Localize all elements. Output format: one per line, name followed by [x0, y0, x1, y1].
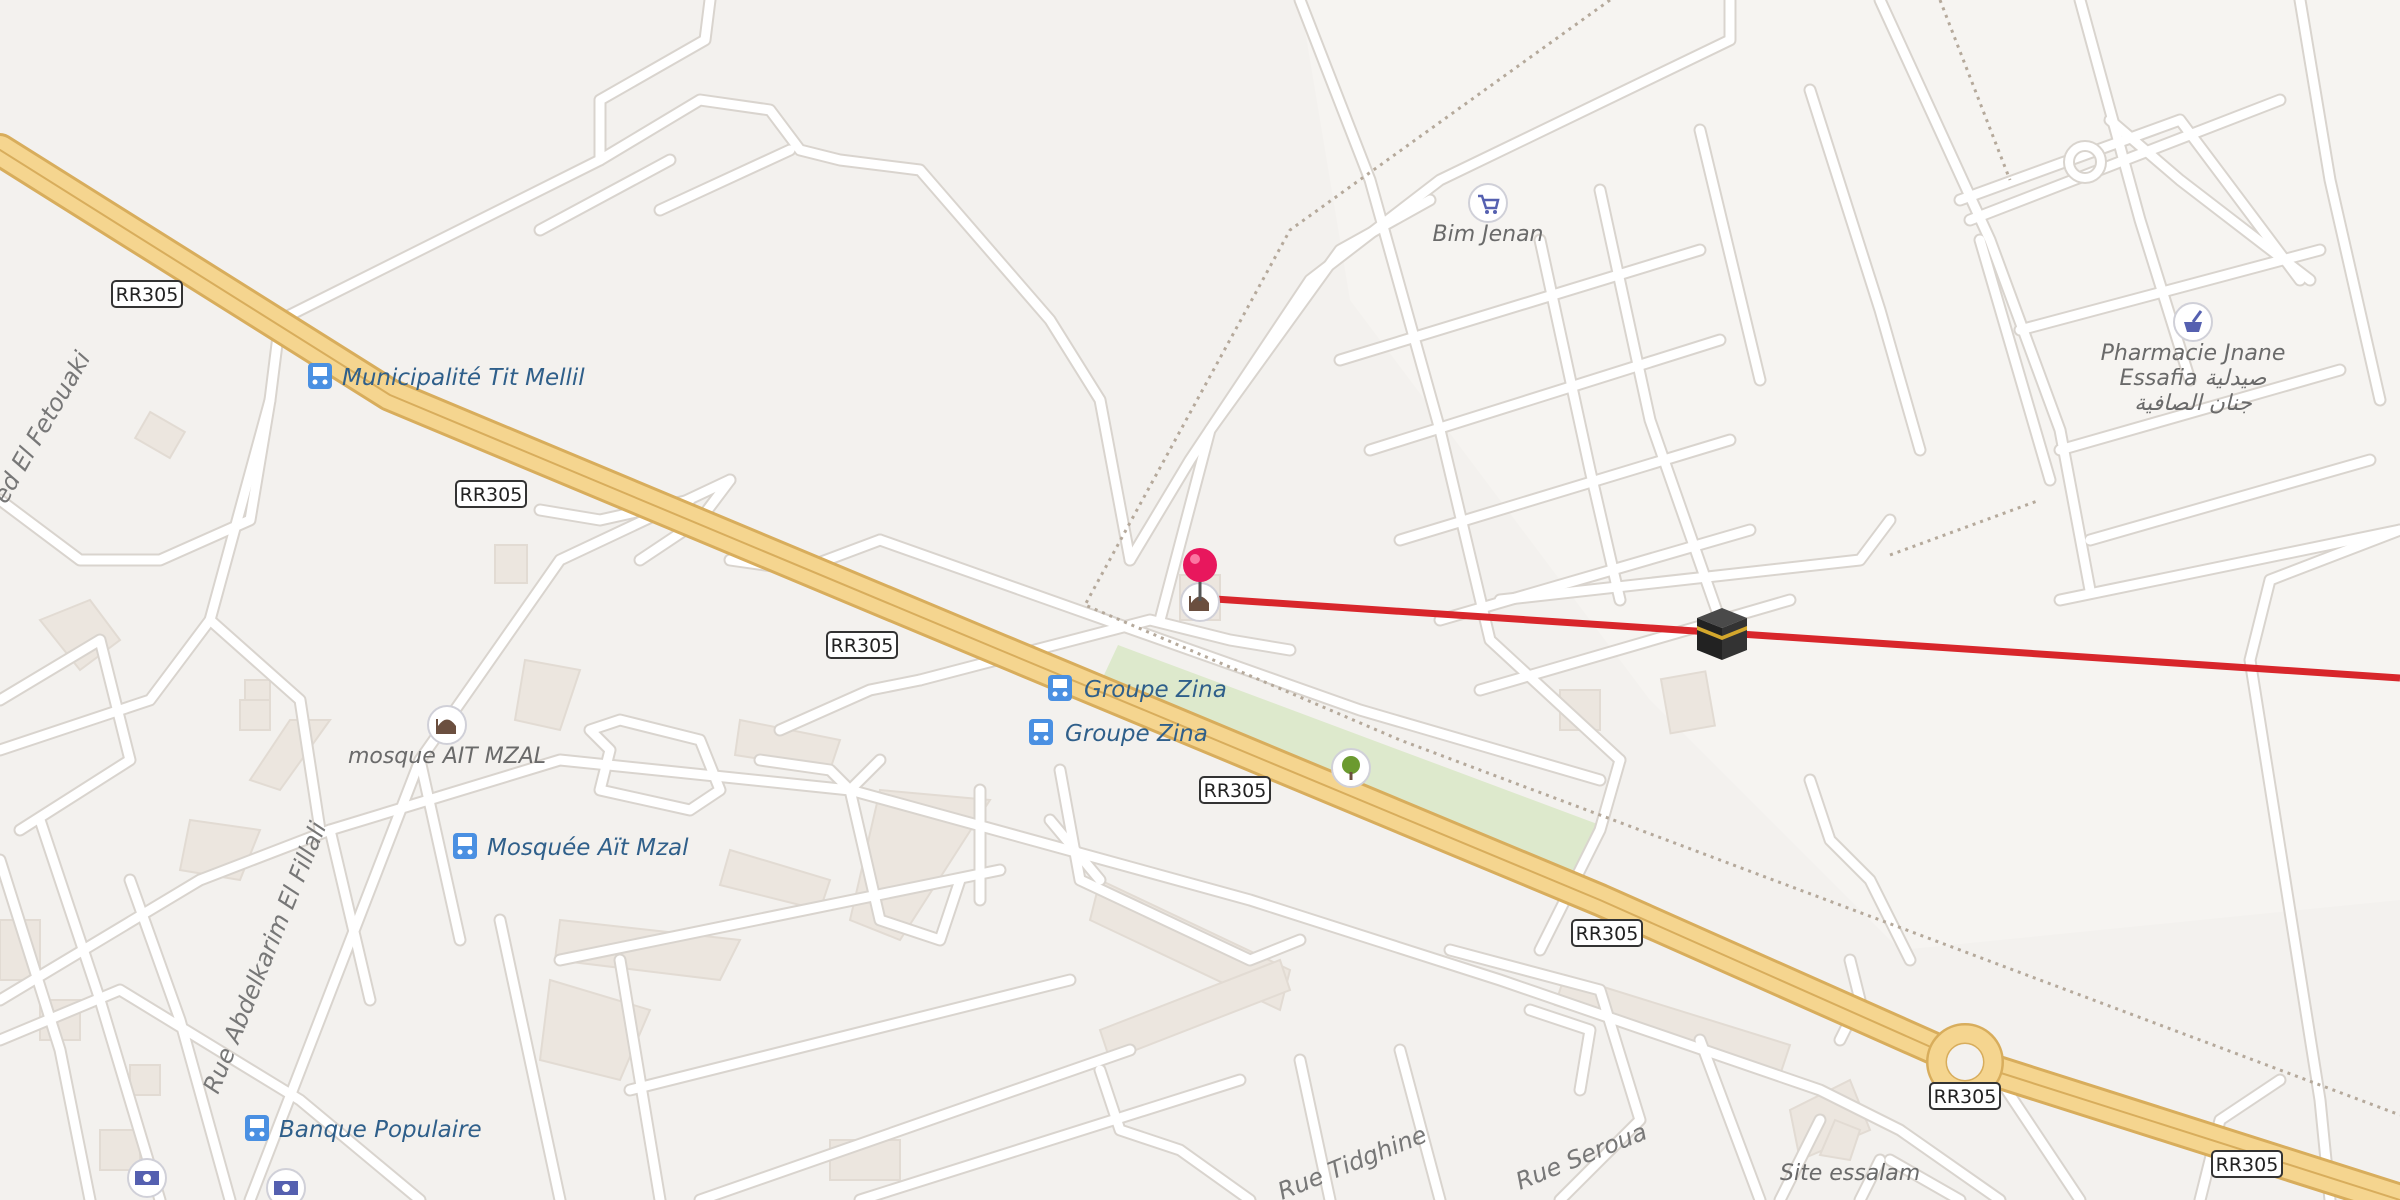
bus-stop-label: Mosquée Aït Mzal — [487, 835, 689, 861]
shopping-cart-icon — [1468, 183, 1508, 223]
bus-stop-label: Groupe Zina — [1084, 677, 1227, 703]
road-shield: RR305 — [1571, 919, 1643, 947]
road-shield: RR305 — [455, 480, 527, 508]
bus-stop-label: Banque Populaire — [279, 1117, 482, 1143]
bus-stop-municipalite[interactable]: Municipalité Tit Mellil — [308, 363, 585, 391]
poi-label: mosque AIT MZAL — [348, 744, 546, 769]
atm-marker[interactable] — [127, 1158, 167, 1198]
poi-label: Pharmacie Jnane — [2101, 341, 2286, 366]
bus-stop-banque-populaire[interactable]: Banque Populaire — [245, 1115, 482, 1143]
atm-marker[interactable] — [266, 1168, 306, 1200]
svg-text:RR305: RR305 — [460, 484, 523, 506]
park-tree — [1331, 748, 1371, 788]
svg-text:RR305: RR305 — [2216, 1154, 2279, 1176]
roundabout-rr305 — [1926, 1023, 2004, 1101]
road-shield: RR305 — [826, 631, 898, 659]
svg-text:RR305: RR305 — [116, 284, 179, 306]
kaaba-icon — [1697, 608, 1747, 660]
svg-text:RR305: RR305 — [1204, 780, 1267, 802]
svg-text:RR305: RR305 — [1934, 1086, 1997, 1108]
place-label-site-essalam: Site essalam — [1780, 1161, 1920, 1186]
road-shield: RR305 — [111, 280, 183, 308]
poi-label: Bim Jenan — [1432, 222, 1543, 247]
map-canvas[interactable]: RR305 RR305 RR305 RR305 RR305 RR305 RR30… — [0, 0, 2400, 1200]
bus-icon — [453, 833, 477, 859]
road-shield: RR305 — [1199, 776, 1271, 804]
road-shield: RR305 — [1929, 1082, 2001, 1110]
poi-label: جنان الصافية — [2134, 391, 2252, 416]
svg-text:RR305: RR305 — [1576, 923, 1639, 945]
bus-icon — [1029, 719, 1053, 745]
bus-stop-mosquee-ait-mzal[interactable]: Mosquée Aït Mzal — [453, 833, 689, 861]
poi-label: Essafia صيدلية — [2119, 366, 2266, 391]
bus-icon — [245, 1115, 269, 1141]
road-shield: RR305 — [2211, 1150, 2283, 1178]
bus-stop-label: Municipalité Tit Mellil — [342, 365, 585, 391]
bus-icon — [308, 363, 332, 389]
bus-icon — [1048, 675, 1072, 701]
svg-text:RR305: RR305 — [831, 635, 894, 657]
bus-stop-label: Groupe Zina — [1065, 721, 1208, 747]
